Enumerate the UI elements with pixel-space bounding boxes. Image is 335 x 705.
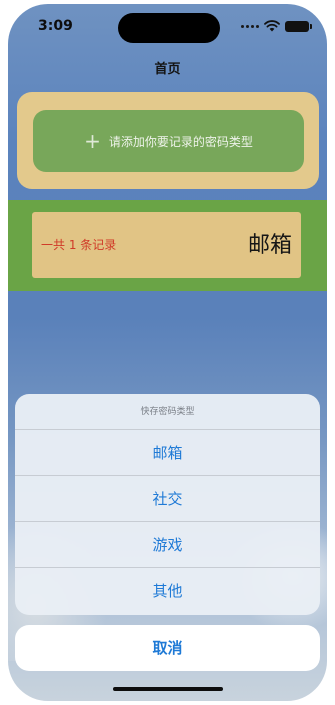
phone-screen: 3:09 首页 + 请添加你要记录的密码类型 一共 1 条记录 邮箱 快存密码类… [8,4,327,701]
option-game[interactable]: 游戏 [15,522,320,568]
battery-icon [285,20,312,32]
option-other[interactable]: 其他 [15,568,320,614]
home-indicator[interactable] [113,687,223,691]
add-type-button[interactable]: + 请添加你要记录的密码类型 [33,110,304,172]
wifi-icon [264,20,280,32]
status-bar: 3:09 [8,4,327,48]
dynamic-island [118,13,220,43]
add-type-card: + 请添加你要记录的密码类型 [17,92,319,189]
page-title: 首页 [154,62,181,77]
record-type-label: 邮箱 [247,233,292,258]
add-type-label: 请添加你要记录的密码类型 [108,134,253,149]
option-social[interactable]: 社交 [15,476,320,522]
cancel-button[interactable]: 取消 [15,625,320,671]
plus-icon: + [84,129,101,153]
record-card[interactable]: 一共 1 条记录 邮箱 [32,212,301,278]
action-sheet: 快存密码类型 邮箱 社交 游戏 其他 [15,394,320,615]
record-section: 一共 1 条记录 邮箱 [8,200,327,291]
option-email[interactable]: 邮箱 [15,430,320,476]
signal-icon [241,24,259,28]
action-sheet-title: 快存密码类型 [15,394,320,430]
record-count: 一共 1 条记录 [41,238,117,252]
status-time: 3:09 [38,18,73,34]
status-icons [241,20,312,32]
